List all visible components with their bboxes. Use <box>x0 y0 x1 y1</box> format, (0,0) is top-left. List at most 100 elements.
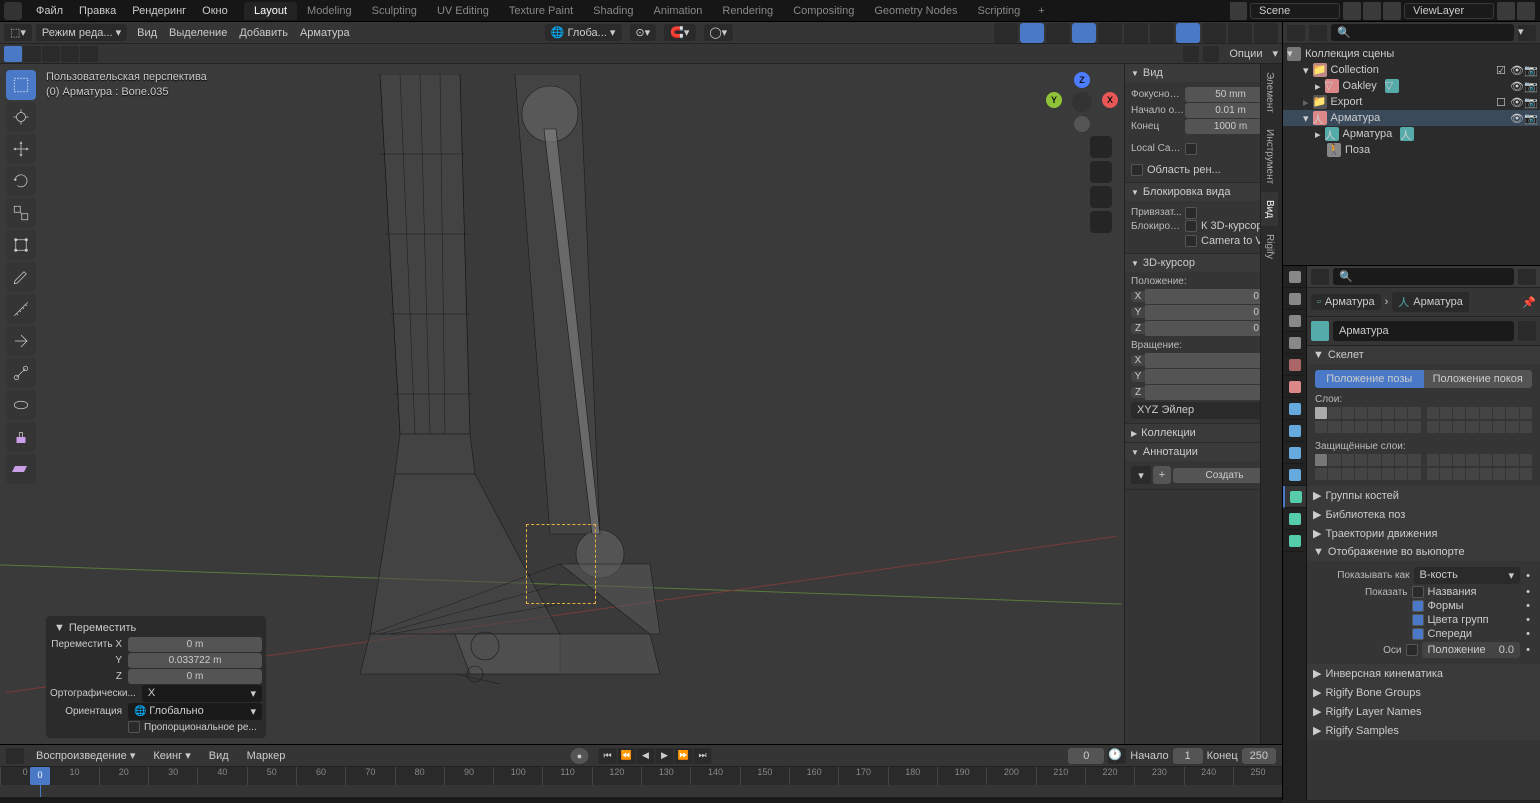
menu-view[interactable]: Вид <box>131 27 163 39</box>
names-checkbox[interactable] <box>1412 586 1424 598</box>
menu-add[interactable]: Добавить <box>233 27 294 39</box>
tool-cursor[interactable] <box>6 102 36 132</box>
menu-window[interactable]: Окно <box>194 5 236 17</box>
ptab-bone-constraints[interactable] <box>1283 530 1306 552</box>
gizmo-toggle[interactable] <box>1020 23 1044 43</box>
visibility-icon[interactable] <box>994 23 1018 43</box>
start-frame-field[interactable]: 1 <box>1173 748 1203 764</box>
camera-to-view-checkbox[interactable] <box>1185 235 1197 247</box>
overlay-dropdown[interactable] <box>1098 23 1122 43</box>
section-collections[interactable]: ▶Коллекции <box>1125 424 1282 442</box>
shading-rendered[interactable] <box>1228 23 1252 43</box>
jump-end-icon[interactable]: ⏭ <box>694 748 712 764</box>
pin-icon[interactable]: 📌 <box>1522 296 1536 309</box>
tool-rotate[interactable] <box>6 166 36 196</box>
annotation-picker[interactable]: ▾ <box>1131 466 1151 484</box>
section-pose-library[interactable]: ▶Библиотека поз <box>1307 505 1540 524</box>
axis-neg-z-icon[interactable] <box>1074 116 1090 132</box>
eye-icon[interactable]: 👁 <box>1510 96 1522 108</box>
cursor-z-field[interactable]: 0 m <box>1145 321 1276 336</box>
annotation-add[interactable]: + <box>1153 466 1171 484</box>
node-armature[interactable]: ▾ 人Арматура👁📷 <box>1283 110 1540 126</box>
cursor-y-field[interactable]: 0 m <box>1145 305 1276 320</box>
axes-checkbox[interactable] <box>1406 644 1418 656</box>
props-options-icon[interactable] <box>1518 269 1536 285</box>
menu-render[interactable]: Рендеринг <box>124 5 194 17</box>
jump-start-icon[interactable]: ⏮ <box>599 748 617 764</box>
render-icon[interactable]: 📷 <box>1524 112 1536 124</box>
menu-edit[interactable]: Правка <box>71 5 124 17</box>
tab-modeling[interactable]: Modeling <box>297 2 362 20</box>
in-front-checkbox[interactable] <box>1412 628 1424 640</box>
snap-dropdown[interactable]: 🧲▾ <box>664 24 695 41</box>
frame-lock-icon[interactable]: 🕐 <box>1108 748 1126 764</box>
select-mode-extend[interactable] <box>23 46 41 62</box>
current-frame-field[interactable]: 0 <box>1068 748 1104 764</box>
node-collection[interactable]: ▾ 📁Collection☑👁📷 <box>1283 62 1540 78</box>
node-armature-data[interactable]: ▸ 人Арматура 人 <box>1283 126 1540 142</box>
gizmo-dropdown[interactable] <box>1046 23 1070 43</box>
header-icon-1[interactable] <box>1183 46 1199 62</box>
move-x-field[interactable]: 0 m <box>128 637 262 652</box>
tool-select-box[interactable] <box>6 70 36 100</box>
rest-position-button[interactable]: Положение покоя <box>1424 370 1533 388</box>
props-type-icon[interactable] <box>1311 269 1329 285</box>
section-motion-paths[interactable]: ▶Траектории движения <box>1307 524 1540 543</box>
rotation-mode-dropdown[interactable]: XYZ Эйлер▾ <box>1131 402 1276 419</box>
ptab-constraints[interactable] <box>1283 464 1306 486</box>
end-frame-field[interactable]: 250 <box>1242 748 1276 764</box>
playhead[interactable]: 0 <box>30 767 50 785</box>
tab-shading[interactable]: Shading <box>583 2 643 20</box>
camera-icon[interactable] <box>1090 186 1112 208</box>
play-icon[interactable]: ▶ <box>656 748 674 764</box>
tab-compositing[interactable]: Compositing <box>783 2 864 20</box>
cursor-rx-field[interactable]: 0° <box>1145 353 1276 368</box>
tab-uv[interactable]: UV Editing <box>427 2 499 20</box>
mode-dropdown[interactable]: Режим реда... ▾ <box>36 24 127 41</box>
ptab-bone[interactable] <box>1283 508 1306 530</box>
collection-check-icon[interactable]: ☑ <box>1496 64 1508 76</box>
tool-move[interactable] <box>6 134 36 164</box>
outliner-filter-icon[interactable]: ▾ <box>1518 25 1536 41</box>
viewlayer-delete-icon[interactable] <box>1517 2 1535 20</box>
add-workspace-button[interactable]: + <box>1030 5 1052 17</box>
axes-position-field[interactable]: Положение0.0 <box>1422 642 1521 658</box>
crumb-object[interactable]: ▫Арматура <box>1311 294 1381 310</box>
options-dropdown[interactable]: Опции <box>1223 48 1268 60</box>
viewlayer-icon[interactable] <box>1383 2 1401 20</box>
overlay-toggle[interactable] <box>1072 23 1096 43</box>
viewlayer-new-icon[interactable] <box>1497 2 1515 20</box>
proportional-checkbox[interactable] <box>128 721 140 733</box>
props-search[interactable]: 🔍 <box>1333 268 1514 285</box>
section-3d-cursor[interactable]: ▼3D-курсор <box>1125 254 1282 272</box>
section-view[interactable]: ▼Вид <box>1125 64 1282 82</box>
tab-rendering[interactable]: Rendering <box>712 2 783 20</box>
outliner-type-icon[interactable] <box>1287 25 1305 41</box>
orientation-dropdown-2[interactable]: 🌐 Глобально ▾ <box>128 703 262 720</box>
section-skeleton[interactable]: ▼Скелет <box>1307 346 1540 364</box>
transform-header[interactable]: ▼Переместить <box>50 620 262 636</box>
tool-bone-size[interactable] <box>6 358 36 388</box>
3d-viewport[interactable]: Пользовательская перспектива (0) Арматур… <box>0 64 1282 744</box>
tab-scripting[interactable]: Scripting <box>967 2 1030 20</box>
ptab-armature[interactable] <box>1283 486 1306 508</box>
tool-annotate[interactable] <box>6 262 36 292</box>
jump-next-key-icon[interactable]: ⏩ <box>675 748 693 764</box>
eye-icon[interactable]: 👁 <box>1510 80 1522 92</box>
menu-file[interactable]: Файл <box>28 5 71 17</box>
timeline-ruler[interactable]: 0 01020304050607080901001101201301401501… <box>0 767 1282 785</box>
lock-to-cursor-checkbox[interactable] <box>1185 220 1197 232</box>
axis-y-icon[interactable]: Y <box>1046 92 1062 108</box>
axis-z-icon[interactable]: Z <box>1074 72 1090 88</box>
pivot-dropdown[interactable]: ⊙▾ <box>629 24 656 41</box>
zoom-icon[interactable] <box>1090 136 1112 158</box>
timeline-view[interactable]: Вид <box>203 750 235 762</box>
viewlayer-name-field[interactable]: ViewLayer <box>1404 3 1494 19</box>
section-ik[interactable]: ▶Инверсная кинематика <box>1307 664 1540 683</box>
eye-icon[interactable]: 👁 <box>1510 64 1522 76</box>
ptab-render[interactable] <box>1283 266 1306 288</box>
tab-animation[interactable]: Animation <box>644 2 713 20</box>
tool-measure[interactable] <box>6 294 36 324</box>
scene-delete-icon[interactable] <box>1363 2 1381 20</box>
fake-user-icon[interactable] <box>1518 321 1536 341</box>
